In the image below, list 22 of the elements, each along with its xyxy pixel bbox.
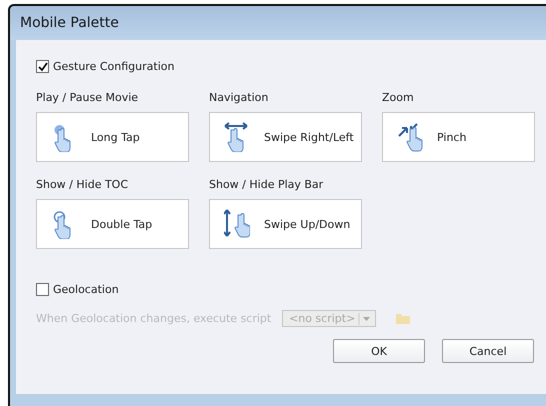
caret-icon xyxy=(358,312,372,324)
pinch-hand-icon xyxy=(397,122,423,152)
swipe-hand-icon xyxy=(224,122,250,152)
gesture-label: Zoom xyxy=(382,91,415,104)
gesture-label: Navigation xyxy=(209,91,270,104)
script-label: When Geolocation changes, execute script xyxy=(36,312,272,325)
gesture-button[interactable]: Pinch xyxy=(382,112,535,162)
checkbox[interactable] xyxy=(36,283,49,296)
gesture-label: Show / Hide TOC xyxy=(36,178,130,191)
gesture-button[interactable]: Swipe Right/Left xyxy=(209,112,362,162)
gesture-label: Play / Pause Movie xyxy=(36,91,140,104)
gesture-button[interactable]: Swipe Up/Down xyxy=(209,199,362,249)
checkbox-label: Geolocation xyxy=(53,283,119,296)
gesture-button[interactable]: Long Tap xyxy=(36,112,189,162)
cancel-button[interactable]: Cancel xyxy=(442,339,534,363)
checkbox-label: Gesture Configuration xyxy=(53,60,174,73)
gesture-label: Show / Hide Play Bar xyxy=(209,178,324,191)
swipe-hand-icon xyxy=(224,209,250,239)
gesture-button[interactable]: Double Tap xyxy=(36,199,189,249)
ok-button[interactable]: OK xyxy=(333,339,425,363)
checkbox[interactable] xyxy=(36,60,49,73)
window-title: Mobile Palette xyxy=(20,15,119,31)
